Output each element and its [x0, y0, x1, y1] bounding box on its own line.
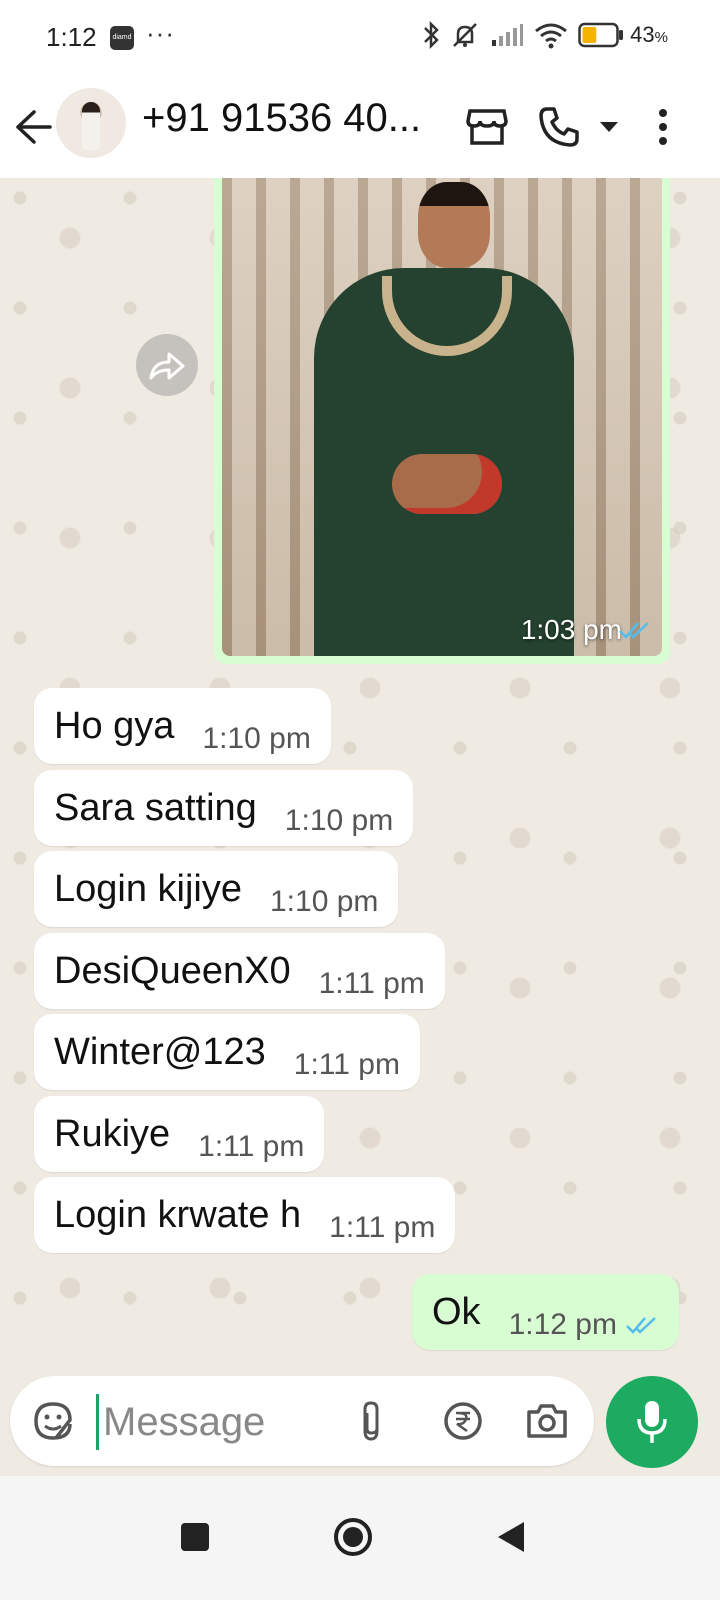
chat-header: +91 91536 40...	[0, 78, 720, 179]
back-arrow-icon	[16, 110, 52, 144]
message-input[interactable]	[96, 1394, 345, 1450]
attach-icon	[363, 1401, 379, 1441]
chat-area[interactable]: 1:03 pm Ho gya 1:10 pm Sara satting 1:10 pm…	[0, 178, 720, 1476]
message-timestamp: 1:12 pm	[509, 1308, 659, 1350]
rupee-payment-icon	[444, 1402, 482, 1440]
bluetooth-icon	[424, 20, 439, 50]
voice-message-button[interactable]	[606, 1376, 698, 1468]
forward-icon	[149, 352, 185, 380]
attach-button[interactable]	[346, 1396, 396, 1446]
app-notification-icon: diamd	[110, 26, 134, 50]
signal-icon	[492, 24, 524, 46]
image-message-bubble[interactable]: 1:03 pm	[214, 178, 670, 664]
message-timestamp: 1:11 pm	[198, 1130, 305, 1163]
incoming-message-bubble[interactable]: Winter@123 1:11 pm	[34, 1014, 420, 1090]
camera-button[interactable]	[522, 1396, 572, 1446]
contact-avatar[interactable]	[56, 88, 126, 158]
read-ticks-icon	[626, 1317, 656, 1334]
sticker-icon	[34, 1402, 72, 1440]
incoming-message-bubble[interactable]: Login krwate h 1:11 pm	[34, 1177, 456, 1253]
sticker-button[interactable]	[28, 1396, 78, 1446]
phone-icon	[539, 107, 579, 147]
battery-indicator: 43%	[578, 22, 668, 48]
outgoing-message-bubble[interactable]: Ok 1:12 pm	[412, 1274, 679, 1350]
message-text: Ho gya	[54, 705, 175, 747]
store-button[interactable]	[462, 102, 512, 152]
message-text: Ok	[432, 1291, 481, 1333]
home-button[interactable]	[318, 1502, 388, 1572]
status-bar: 1:12 diamd ··· 43%	[0, 0, 720, 78]
store-icon	[466, 109, 508, 145]
battery-icon	[578, 22, 624, 48]
dropdown-icon	[600, 122, 618, 132]
message-timestamp: 1:11 pm	[318, 967, 425, 1000]
recents-square-icon	[181, 1523, 209, 1551]
status-time: 1:12	[46, 22, 97, 52]
message-text: Winter@123	[54, 1031, 266, 1073]
incoming-message-bubble[interactable]: Login kijiye 1:10 pm	[34, 851, 399, 927]
avatar-figure	[82, 102, 100, 150]
back-nav-button[interactable]	[476, 1502, 546, 1572]
image-timestamp: 1:03 pm	[520, 614, 622, 645]
system-navigation-bar	[0, 1476, 720, 1600]
incoming-message-bubble[interactable]: Sara satting 1:10 pm	[34, 770, 414, 846]
more-options-button[interactable]	[638, 102, 688, 152]
message-text: DesiQueenX0	[54, 950, 291, 992]
battery-percent: 43%	[630, 22, 668, 47]
message-timestamp: 1:11 pm	[329, 1211, 436, 1244]
contact-name[interactable]: +91 91536 40...	[142, 96, 442, 141]
photo-hands	[392, 454, 502, 514]
incoming-message-bubble[interactable]: Ho gya 1:10 pm	[34, 688, 331, 764]
microphone-icon	[637, 1401, 667, 1443]
incoming-message-bubble[interactable]: Rukiye 1:11 pm	[34, 1096, 325, 1172]
message-text: Rukiye	[54, 1113, 171, 1155]
recents-button[interactable]	[160, 1502, 230, 1572]
message-timestamp: 1:10 pm	[202, 722, 311, 755]
back-triangle-icon	[498, 1522, 524, 1552]
shared-photo[interactable]: 1:03 pm	[222, 178, 662, 656]
photo-person-head	[418, 182, 490, 268]
wifi-icon	[535, 23, 568, 49]
more-notifications-icon: ···	[146, 18, 175, 48]
home-circle-icon	[334, 1518, 372, 1556]
message-timestamp: 1:10 pm	[284, 804, 394, 837]
incoming-message-bubble[interactable]: DesiQueenX0 1:11 pm	[34, 933, 445, 1009]
message-timestamp: 1:11 pm	[293, 1048, 400, 1081]
message-text: Sara satting	[54, 787, 257, 829]
message-composer	[10, 1376, 594, 1466]
status-icons: 43%	[422, 20, 668, 50]
forward-button[interactable]	[136, 334, 198, 396]
silent-bell-icon	[453, 23, 478, 47]
more-vertical-icon	[659, 109, 667, 145]
call-button[interactable]	[534, 102, 584, 152]
read-ticks-icon	[619, 622, 649, 639]
camera-icon	[527, 1404, 567, 1438]
message-text: Login krwate h	[54, 1194, 302, 1236]
call-options-button[interactable]	[584, 102, 634, 152]
payment-button[interactable]	[438, 1396, 488, 1446]
message-text: Login kijiye	[54, 868, 242, 910]
back-button[interactable]	[14, 102, 58, 152]
message-timestamp: 1:10 pm	[270, 885, 379, 918]
